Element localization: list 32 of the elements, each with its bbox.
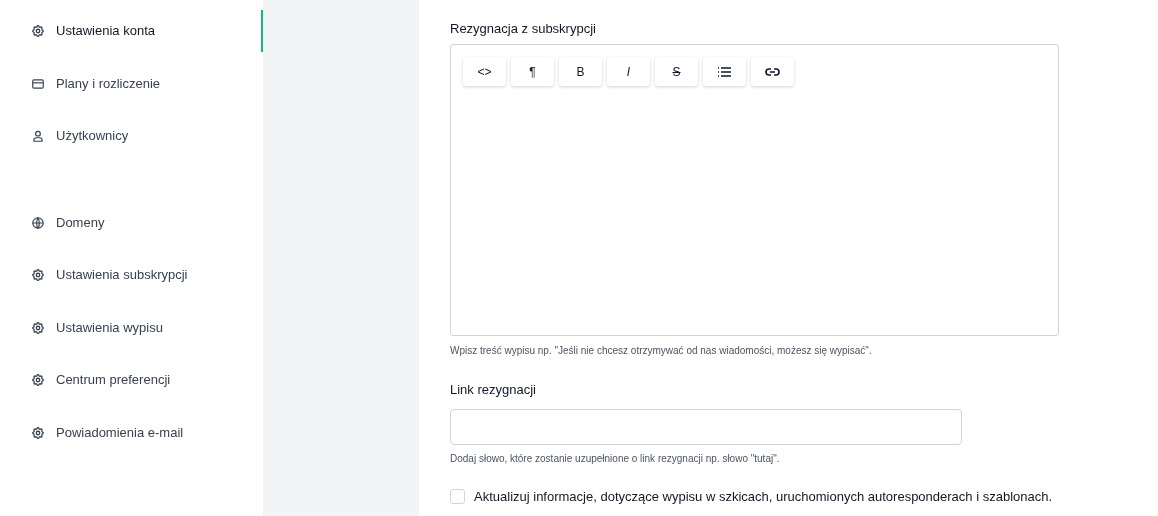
sidebar-item[interactable]: Użytkownicy [0, 115, 263, 157]
card-icon [31, 76, 45, 91]
gear-icon [31, 24, 45, 38]
toolbar-button[interactable]: S [655, 57, 698, 86]
sidebar-item[interactable]: Domeny [0, 201, 263, 244]
text-editor[interactable]: <> ¶ B I S [450, 44, 1059, 336]
gear-icon [31, 373, 45, 387]
list-icon [717, 65, 732, 78]
checkbox[interactable] [450, 488, 465, 504]
toolbar-button[interactable] [751, 57, 794, 86]
user-icon [31, 129, 45, 143]
toolbar-button[interactable]: <> [463, 57, 506, 86]
field-label: Rezygnacja z subskrypcji [450, 20, 597, 37]
toolbar-button[interactable]: B [559, 57, 602, 86]
sidebar-item[interactable]: Plany i rozliczenie [0, 62, 263, 105]
sidebar-item[interactable]: Powiadomienia e-mail [0, 411, 263, 454]
gear-icon [31, 320, 45, 335]
toolbar-button[interactable]: I [607, 57, 650, 86]
checkbox-label: Aktualizuj informacje, dotyczące wypisu w szkicach, uruchomionych autoresponderach i szablonach. [474, 487, 1053, 506]
gear-icon [31, 425, 45, 440]
help-text: Wpisz treść wypisu np. "Jeśli nie chcesz otrzymywać od nas wiadomości, możesz się wypisać". [450, 344, 873, 358]
help-text: Dodaj słowo, które zostanie uzupełnione o link rezygnacji np. słowo "tutaj". [450, 451, 781, 466]
link-icon [765, 66, 780, 77]
field-label: Link rezygnacji [450, 381, 537, 399]
gear-icon [31, 268, 45, 282]
sidebar-item[interactable]: Ustawienia subskrypcji [0, 254, 263, 296]
sidebar-item[interactable]: Ustawienia wypisu [0, 306, 263, 349]
globe-icon [31, 215, 45, 230]
toolbar-button[interactable]: ¶ [511, 57, 554, 86]
input-field[interactable] [450, 408, 962, 445]
sidebar-item[interactable]: Centrum preferencji [0, 359, 263, 401]
toolbar-button[interactable] [703, 57, 746, 86]
